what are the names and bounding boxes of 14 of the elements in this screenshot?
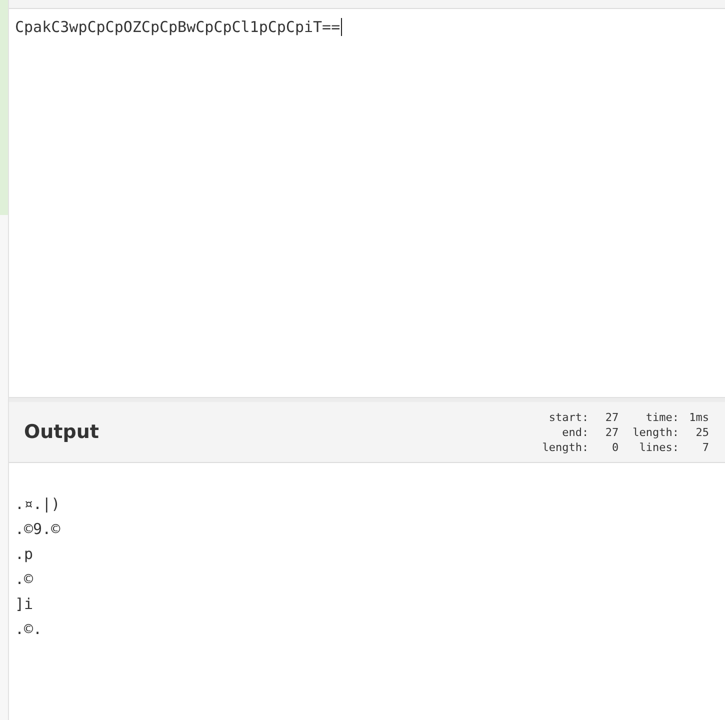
output-title: Output bbox=[24, 421, 99, 443]
stat-text: length: 0 bbox=[542, 440, 619, 454]
stat-text: end: 27 bbox=[561, 424, 619, 440]
output-line: .p bbox=[15, 544, 34, 565]
stat-text: length: 25 bbox=[632, 424, 709, 440]
output-line: .¤.|) bbox=[15, 494, 62, 515]
stat-text: start: 27 bbox=[548, 410, 619, 424]
stat-text: time: 1ms bbox=[644, 410, 709, 424]
output-line: ]i bbox=[15, 594, 34, 615]
stat-text: lines: 7 bbox=[638, 440, 709, 454]
output-line: .© bbox=[15, 569, 34, 590]
input-field[interactable]: CpakC3wpCpCpOZCpCpBwCpCpCl1pCpCpiT== bbox=[15, 17, 719, 37]
output-line: .©. bbox=[15, 619, 44, 640]
output-line: .©9.© bbox=[15, 519, 62, 540]
